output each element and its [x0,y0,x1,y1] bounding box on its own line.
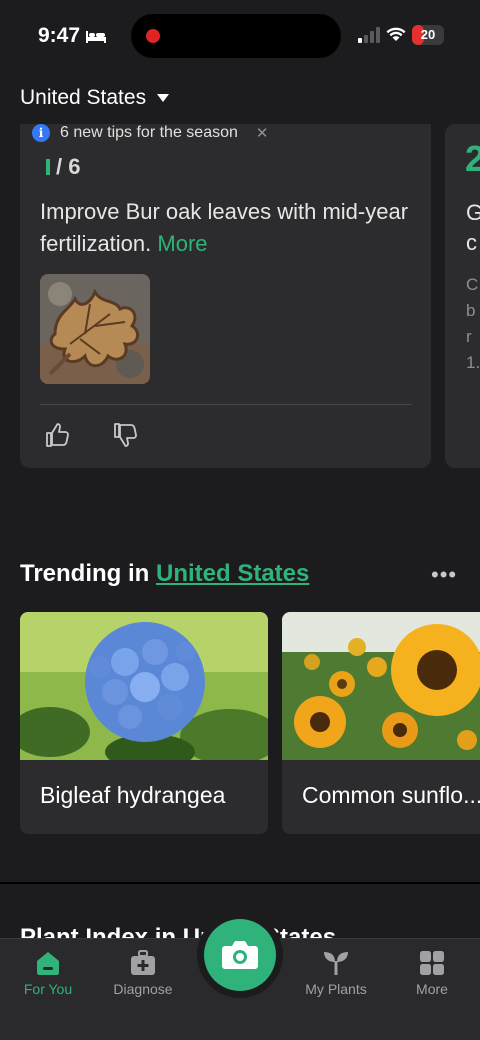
next-tip-card[interactable]: 2 G c C b r 1. [445,124,480,468]
counter-progress-bar [46,159,50,175]
tab-my-plants[interactable]: My Plants [288,949,384,997]
tips-banner-text: 6 new tips for the season [60,124,238,141]
tab-label: For You [23,981,73,997]
tab-more[interactable]: More [384,949,480,997]
camera-icon [222,941,258,969]
hydrangea-image [20,612,268,760]
battery-level: 20 [420,27,436,42]
close-icon[interactable]: ✕ [256,124,269,142]
tip-card[interactable]: i 6 new tips for the season ✕ / 6 Improv… [20,124,431,468]
tip-body: Improve Bur oak leaves with mid-year fer… [40,199,409,256]
tip-counter: / 6 [46,154,80,180]
trending-prefix: Trending in [20,560,150,587]
plant-card[interactable]: Bigleaf hydrangea [20,612,268,834]
next-tip-body-line: C [466,275,479,294]
plant-card[interactable]: Common sunflo... [282,612,480,834]
tab-label: More [416,981,448,997]
plant-name: Bigleaf hydrangea [40,782,226,808]
next-tip-body-line: 1. [466,353,480,372]
next-tip-body-line: b [466,301,476,320]
tips-banner: i 6 new tips for the season ✕ [32,124,268,142]
caret-down-icon [157,94,170,102]
tip-text: Improve Bur oak leaves with mid-year fer… [40,196,410,260]
divider [40,404,412,405]
next-tip-title-line-1: G [466,200,480,225]
counter-total: / 6 [56,154,81,179]
home-icon [37,952,59,975]
trending-country-link[interactable]: United States [156,560,309,587]
bed-icon [86,31,106,43]
status-bar: 9:47 20 [0,0,480,72]
country-label: United States [20,86,147,109]
cellular-signal-icon [358,27,380,43]
thumbs-up-icon[interactable] [44,422,70,448]
country-selector[interactable]: United States [20,86,170,110]
sprout-icon [324,952,348,975]
plant-name: Common sunflo... [302,782,480,808]
camera-button[interactable] [204,919,276,991]
tab-label: My Plants [305,981,367,997]
recording-dot [146,29,160,43]
tab-diagnose[interactable]: Diagnose [95,949,191,997]
next-tip-title-line-2: c [466,230,477,255]
seasonal-tips-section: i 6 new tips for the season ✕ / 6 Improv… [0,124,480,518]
more-horizontal-icon[interactable]: ••• [431,562,457,588]
tip-more-link[interactable]: More [157,231,207,256]
trending-title: Trending in United States [20,560,309,588]
next-tip-body: C b r 1. [466,272,480,376]
status-time: 9:47 [38,24,81,47]
tab-label: Diagnose [113,981,173,997]
sunflower-image [282,612,480,760]
wifi-icon [386,27,406,41]
app-header: United States [0,72,480,124]
battery-icon: 20 [412,25,444,45]
info-icon: i [32,124,50,142]
dynamic-island [131,14,341,58]
first-aid-kit-icon [131,950,155,975]
tab-for-you[interactable]: For You [0,949,96,997]
next-tip-counter: 2 [465,138,480,179]
bur-oak-leaf-image[interactable] [40,274,150,384]
trending-section: Trending in United States ••• Bigleaf hy… [0,518,480,882]
next-tip-body-line: r [466,327,472,346]
grid-icon [420,951,444,975]
thumbs-down-icon[interactable] [112,422,138,448]
